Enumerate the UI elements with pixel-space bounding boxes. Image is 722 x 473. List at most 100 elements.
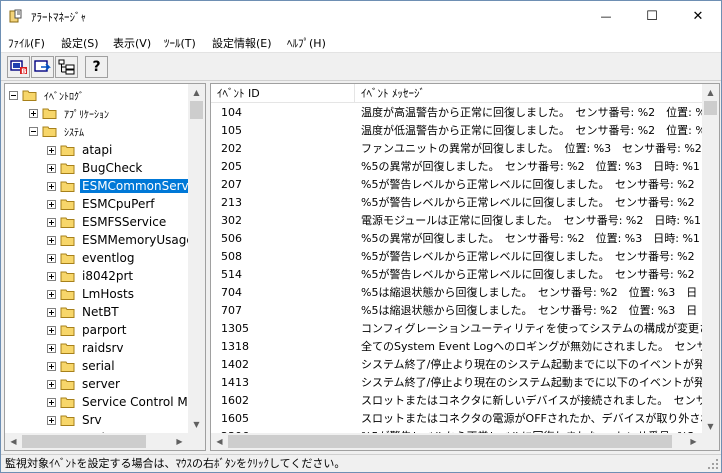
table-row[interactable]: 514 %5が警告レベルから正常レベルに回復しました。 センサ番号: %2 位: [211, 266, 704, 284]
maximize-button[interactable]: ☐: [629, 1, 675, 31]
collapse-icon[interactable]: [29, 126, 38, 136]
scroll-right-icon[interactable]: ▶: [685, 433, 702, 450]
expand-icon[interactable]: [47, 199, 56, 209]
tree-item[interactable]: BugCheck: [47, 159, 144, 177]
list-vscroll-thumb[interactable]: [704, 101, 717, 115]
table-row[interactable]: 105 温度が低温警告から正常に回復しました。 センサ番号: %2 位置: %: [211, 122, 704, 140]
toolbar-help-button[interactable]: ?: [85, 56, 108, 78]
expand-icon[interactable]: [47, 145, 56, 155]
table-row[interactable]: 1305 コンフィグレーションユーティリティを使ってシステムの構成が変更されました…: [211, 320, 704, 338]
menu-view[interactable]: 表示(V): [113, 35, 151, 51]
tree-item-root[interactable]: ｲﾍﾞﾝﾄﾛｸﾞ: [9, 86, 86, 104]
menu-config-info[interactable]: 設定情報(E): [212, 35, 272, 51]
expand-icon[interactable]: [47, 235, 56, 245]
table-row[interactable]: 202 ファンユニットの異常が回復しました。 位置: %3 センサ番号: %2: [211, 140, 704, 158]
tree-item-application[interactable]: ｱﾌﾟﾘｹｰｼｮﾝ: [29, 104, 111, 122]
tree-item[interactable]: raidsrv: [47, 339, 126, 357]
list-vertical-scrollbar[interactable]: ▲ ▼: [702, 84, 719, 435]
tree-item-system[interactable]: ｼｽﾃﾑ: [29, 122, 86, 140]
menu-help[interactable]: ﾍﾙﾌﾟ(H): [287, 35, 326, 51]
tree-hscroll-thumb[interactable]: [22, 435, 146, 448]
svg-text:B: B: [21, 67, 26, 75]
scroll-up-icon[interactable]: ▲: [702, 84, 719, 101]
table-row[interactable]: 104 温度が高温警告から正常に回復しました。 センサ番号: %2 位置: %: [211, 104, 704, 122]
event-id-cell: 508: [221, 250, 242, 263]
resize-grip-icon[interactable]: [707, 458, 719, 470]
table-row[interactable]: 207 %5が警告レベルから正常レベルに回復しました。 センサ番号: %2 位: [211, 176, 704, 194]
tree-item[interactable]: i8042prt: [47, 267, 135, 285]
toolbar-notify-setup-button[interactable]: B: [7, 56, 30, 78]
app-window: ｱﾗｰﾄﾏﾈｰｼﾞｬ — ☐ ✕ ﾌｧｲﾙ(F) 設定(S) 表示(V) ﾂｰﾙ…: [0, 0, 722, 473]
table-row[interactable]: 506 %5の異常が回復しました。 センサ番号: %2 位置: %3 日時: %1: [211, 230, 704, 248]
table-row[interactable]: 213 %5が警告レベルから正常レベルに回復しました。 センサ番号: %2 位: [211, 194, 704, 212]
tree-item[interactable]: LmHosts: [47, 285, 136, 303]
expand-icon[interactable]: [47, 307, 56, 317]
scroll-left-icon[interactable]: ◀: [5, 433, 22, 450]
collapse-icon[interactable]: [9, 90, 18, 100]
tree-icon: [58, 59, 74, 75]
tree-horizontal-scrollbar[interactable]: ◀ ▶: [5, 433, 205, 450]
folder-icon: [60, 163, 75, 174]
tree-item[interactable]: ESMFSService: [47, 213, 168, 231]
tree-item[interactable]: parport: [47, 321, 129, 339]
table-row[interactable]: 1402 システム終了/停止より現在のシステム起動までに以下のイベントが発生し: [211, 356, 704, 374]
expand-icon[interactable]: [47, 343, 56, 353]
event-message-cell: %5は縮退状態から回復しました。 センサ番号: %2 位置: %3 日: [361, 304, 698, 317]
table-row[interactable]: 704 %5は縮退状態から回復しました。 センサ番号: %2 位置: %3 日: [211, 284, 704, 302]
folder-icon: [60, 307, 75, 318]
scroll-up-icon[interactable]: ▲: [188, 84, 205, 101]
table-row[interactable]: 707 %5は縮退状態から回復しました。 センサ番号: %2 位置: %3 日: [211, 302, 704, 320]
toolbar-report-button[interactable]: [31, 56, 54, 78]
folder-open-icon: [22, 90, 37, 101]
menu-settings[interactable]: 設定(S): [61, 35, 99, 51]
table-row[interactable]: 508 %5が警告レベルから正常レベルに回復しました。 センサ番号: %2 位: [211, 248, 704, 266]
menu-file[interactable]: ﾌｧｲﾙ(F): [8, 35, 45, 51]
close-button[interactable]: ✕: [675, 1, 721, 31]
menu-tools[interactable]: ﾂｰﾙ(T): [164, 35, 196, 51]
table-row[interactable]: 302 電源モジュールは正常に回復しました。 センサ番号: %2 日時: %1: [211, 212, 704, 230]
list-hscroll-thumb[interactable]: [228, 435, 672, 448]
tree-item[interactable]: server: [47, 375, 122, 393]
expand-icon[interactable]: [47, 325, 56, 335]
table-row[interactable]: 205 %5の異常が回復しました。 センサ番号: %2 位置: %3 日時: %1: [211, 158, 704, 176]
expand-icon[interactable]: [47, 271, 56, 281]
list-horizontal-scrollbar[interactable]: ◀ ▶: [211, 433, 719, 450]
event-log-tree[interactable]: ｲﾍﾞﾝﾄﾛｸﾞ ｱﾌﾟﾘｹｰｼｮﾝ ｼｽﾃﾑ atapi BugCheck ESM…: [4, 83, 206, 451]
tree-item[interactable]: ESMCpuPerf: [47, 195, 157, 213]
tree-vertical-scrollbar[interactable]: ▲ ▼: [188, 84, 205, 433]
tree-item[interactable]: ESMMemoryUsage: [47, 231, 196, 249]
expand-icon[interactable]: [29, 108, 38, 118]
minimize-button[interactable]: —: [583, 1, 629, 31]
column-header-event-id[interactable]: ｲﾍﾞﾝﾄ ID: [211, 84, 355, 103]
tree-item[interactable]: ESMCommonService: [47, 177, 205, 195]
expand-icon[interactable]: [47, 379, 56, 389]
scroll-right-icon[interactable]: ▶: [171, 433, 188, 450]
toolbar-tree-button[interactable]: [55, 56, 78, 78]
tree-item[interactable]: serial: [47, 357, 117, 375]
table-row[interactable]: 1413 システム終了/停止より現在のシステム起動までに以下のイベントが発生し: [211, 374, 704, 392]
expand-icon[interactable]: [47, 181, 56, 191]
scroll-down-icon[interactable]: ▼: [188, 416, 205, 433]
tree-vscroll-thumb[interactable]: [190, 101, 203, 119]
table-row[interactable]: 1602 スロットまたはコネクタに新しいデバイスが接続されました。 センサ番号: [211, 392, 704, 410]
expand-icon[interactable]: [47, 289, 56, 299]
tree-item[interactable]: eventlog: [47, 249, 136, 267]
expand-icon[interactable]: [47, 397, 56, 407]
tree-item[interactable]: atapi: [47, 141, 114, 159]
expand-icon[interactable]: [47, 415, 56, 425]
expand-icon[interactable]: [47, 361, 56, 371]
list-header: ｲﾍﾞﾝﾄ ID ｲﾍﾞﾝﾄ ﾒｯｾｰｼﾞ: [211, 84, 704, 103]
expand-icon[interactable]: [47, 217, 56, 227]
expand-icon[interactable]: [47, 253, 56, 263]
table-row[interactable]: 1318 全てのSystem Event Logへのロギングが無効にされました。 …: [211, 338, 704, 356]
scroll-left-icon[interactable]: ◀: [211, 433, 228, 450]
tree-item[interactable]: NetBT: [47, 303, 121, 321]
tree-item[interactable]: Service Control Manager: [47, 393, 205, 411]
table-row[interactable]: 1605 スロットまたはコネクタの電源がOFFされたか、デバイスが取り外されました…: [211, 410, 704, 428]
event-list[interactable]: ｲﾍﾞﾝﾄ ID ｲﾍﾞﾝﾄ ﾒｯｾｰｼﾞ 104 温度が高温警告から正常に回復し…: [210, 83, 720, 451]
title-bar[interactable]: ｱﾗｰﾄﾏﾈｰｼﾞｬ — ☐ ✕: [1, 1, 721, 31]
event-message-cell: 温度が低温警告から正常に回復しました。 センサ番号: %2 位置: %: [361, 124, 703, 137]
expand-icon[interactable]: [47, 163, 56, 173]
tree-item[interactable]: Srv: [47, 411, 104, 429]
column-header-event-message[interactable]: ｲﾍﾞﾝﾄ ﾒｯｾｰｼﾞ: [355, 84, 704, 103]
